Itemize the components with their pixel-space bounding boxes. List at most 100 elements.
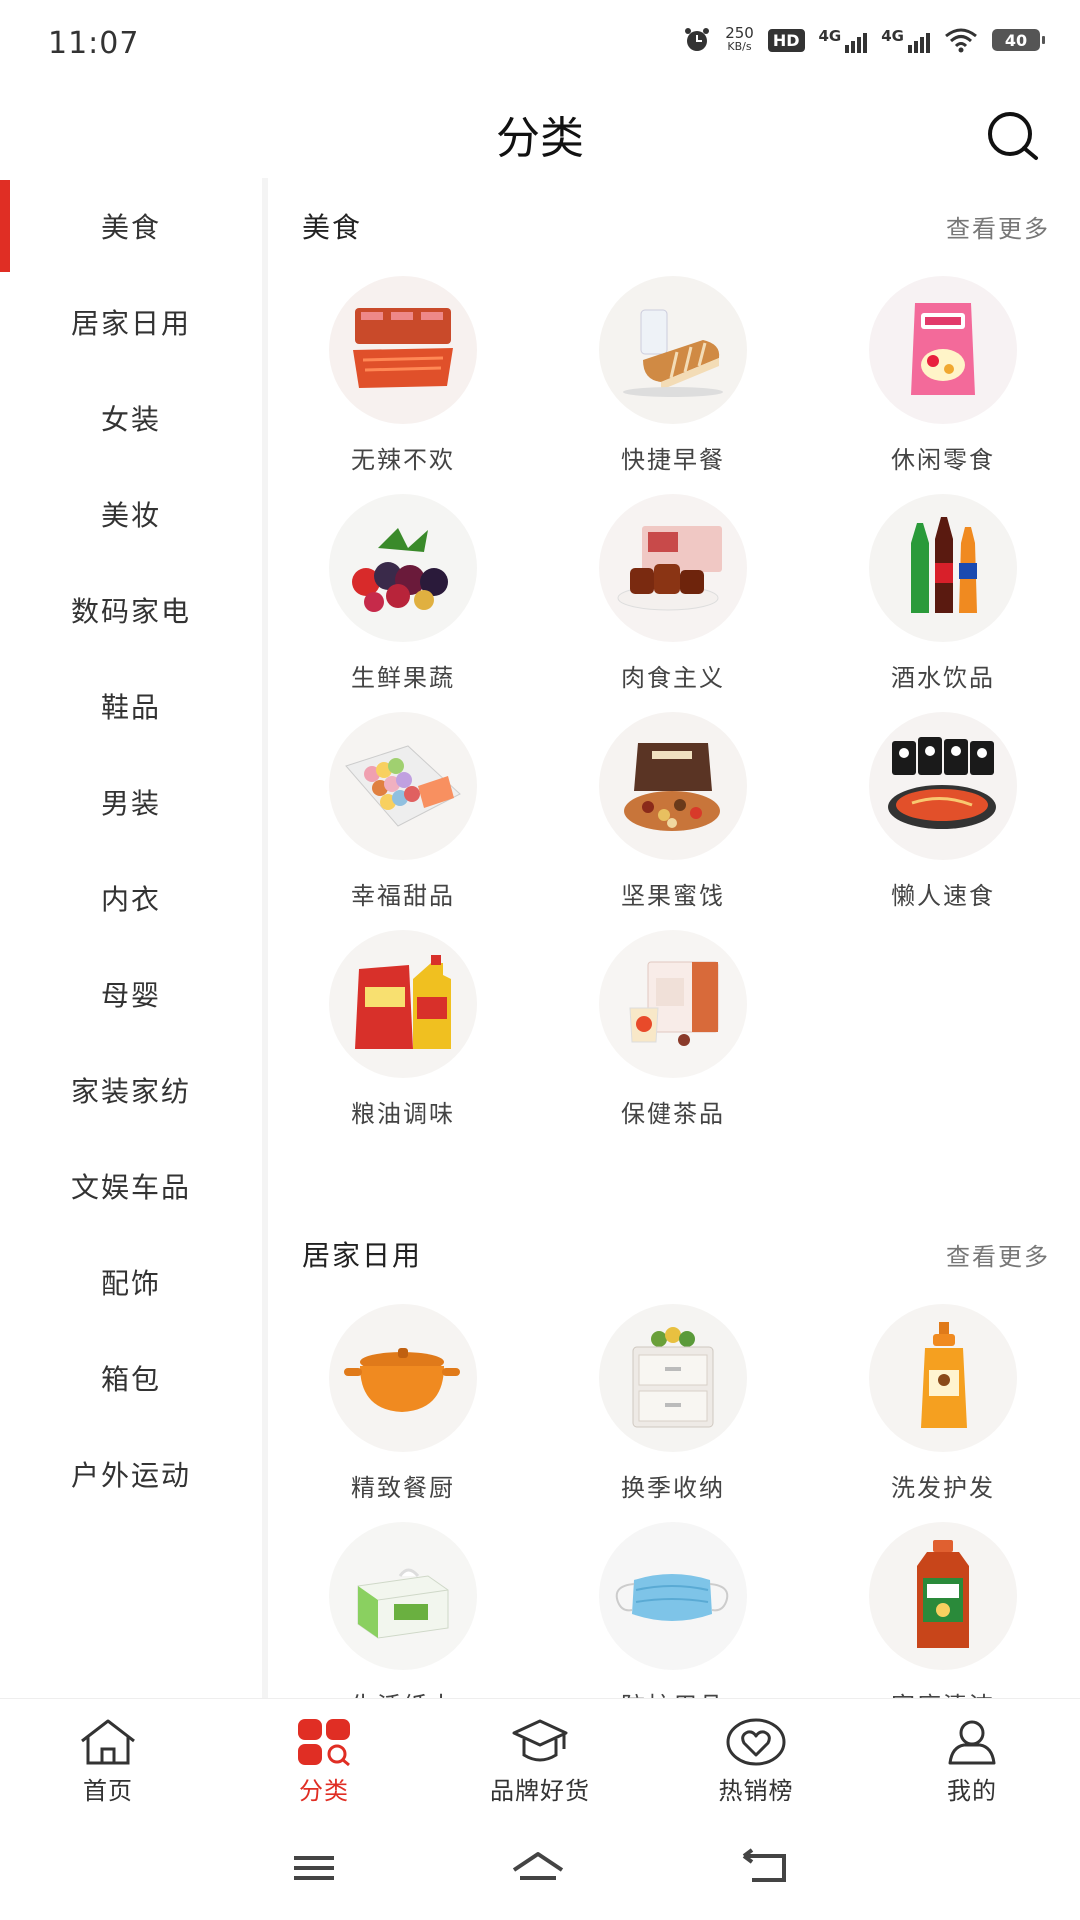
spicy-snack-icon	[329, 276, 477, 424]
sidebar-item-baby[interactable]: 母婴	[0, 946, 262, 1042]
tab-label: 首页	[83, 1777, 133, 1805]
subcategory-label: 家庭清洁	[891, 1686, 995, 1698]
sidebar-item-bags[interactable]: 箱包	[0, 1330, 262, 1426]
sidebar-item-womens[interactable]: 女装	[0, 370, 262, 466]
status-time: 11:07	[48, 26, 140, 61]
sidebar-item-label: 美食	[100, 211, 161, 244]
wifi-icon	[945, 28, 977, 53]
sidebar-item-outdoor[interactable]: 户外运动	[0, 1426, 262, 1522]
subcategory-label: 防护用品	[621, 1686, 725, 1698]
bread-icon	[599, 276, 747, 424]
tab-brand-goods[interactable]: 品牌好货	[432, 1699, 648, 1817]
net-speed: 250 KB/s	[725, 26, 754, 54]
user-icon	[948, 1720, 996, 1765]
subcategory-item[interactable]: 换季收纳	[538, 1302, 808, 1520]
back-icon[interactable]	[738, 1848, 790, 1888]
sidebar-item-entertainment[interactable]: 文娱车品	[0, 1138, 262, 1234]
tea-box-icon	[599, 930, 747, 1078]
sidebar-item-accessories[interactable]: 配饰	[0, 1234, 262, 1330]
subcategory-label: 生鲜果蔬	[351, 664, 455, 692]
subcategory-grid: 无辣不欢 快捷早餐 休闲零食 生鲜果蔬 肉食主义 酒水饮品 幸福甜品 坚果蜜饯 …	[268, 274, 1080, 1146]
subcategory-label: 精致餐厨	[351, 1474, 455, 1502]
tab-mine[interactable]: 我的	[864, 1699, 1080, 1817]
subcategory-item[interactable]: 洗发护发	[808, 1302, 1078, 1520]
sidebar-item-label: 内衣	[100, 883, 161, 916]
subcategory-item[interactable]: 生鲜果蔬	[268, 492, 538, 710]
subcategory-label: 坚果蜜饯	[621, 882, 725, 910]
sidebar-item-home[interactable]: 居家日用	[0, 274, 262, 370]
tab-category[interactable]: 分类	[216, 1699, 432, 1817]
search-icon[interactable]	[984, 108, 1042, 166]
subcategory-label: 粮油调味	[351, 1100, 455, 1128]
subcategory-item[interactable]: 家庭清洁	[808, 1520, 1078, 1698]
sidebar-item-underwear[interactable]: 内衣	[0, 850, 262, 946]
subcategory-item[interactable]: 生活纸巾	[268, 1520, 538, 1698]
sidebar-item-label: 户外运动	[70, 1459, 191, 1492]
section-title: 美食	[302, 211, 363, 244]
sim1-label: 4G	[818, 27, 842, 45]
net-speed-unit: KB/s	[727, 40, 752, 53]
page-header: 分类	[0, 92, 1080, 178]
sidebar-item-shoes[interactable]: 鞋品	[0, 658, 262, 754]
subcategory-item[interactable]: 保健茶品	[538, 928, 808, 1146]
subcategory-label: 洗发护发	[891, 1474, 995, 1502]
sidebar-item-beauty[interactable]: 美妆	[0, 466, 262, 562]
status-bar: 11:07 250 KB/s HD 4G 4G 40	[0, 0, 1080, 92]
sidebar-item-label: 箱包	[100, 1363, 161, 1396]
section-title: 居家日用	[302, 1239, 423, 1272]
nut-gift-box-icon	[599, 712, 747, 860]
net-speed-value: 250	[725, 24, 754, 42]
sidebar-item-label: 家装家纺	[70, 1075, 191, 1108]
subcategory-label: 休闲零食	[891, 446, 995, 474]
sidebar-item-furnishing[interactable]: 家装家纺	[0, 1042, 262, 1138]
section-header-food: 美食 查看更多	[268, 178, 1080, 274]
sidebar-item-label: 鞋品	[100, 691, 161, 724]
signal-icon-2: 4G	[881, 27, 930, 53]
subcategory-label: 无辣不欢	[351, 446, 455, 474]
subcategory-item[interactable]: 肉食主义	[538, 492, 808, 710]
menu-icon[interactable]	[290, 1850, 338, 1886]
subcategory-item[interactable]: 精致餐厨	[268, 1302, 538, 1520]
tab-label: 热销榜	[718, 1777, 794, 1805]
storage-drawer-icon	[599, 1304, 747, 1452]
home-nav-icon[interactable]	[508, 1848, 568, 1888]
subcategory-label: 生活纸巾	[351, 1686, 455, 1698]
tab-label: 分类	[299, 1777, 349, 1805]
face-mask-icon	[599, 1522, 747, 1670]
macaron-box-icon	[329, 712, 477, 860]
subcategory-grid: 精致餐厨 换季收纳 洗发护发 生活纸巾 防护用品	[268, 1302, 1080, 1698]
subcategory-item[interactable]: 幸福甜品	[268, 710, 538, 928]
view-more-link[interactable]: 查看更多	[946, 209, 1050, 244]
sidebar-item-food[interactable]: 美食	[0, 178, 262, 274]
subcategory-item[interactable]: 防护用品	[538, 1520, 808, 1698]
sidebar-item-digital[interactable]: 数码家电	[0, 562, 262, 658]
sidebar-item-label: 母婴	[100, 979, 161, 1012]
tab-hot-list[interactable]: 热销榜	[648, 1699, 864, 1817]
home-icon	[81, 1719, 135, 1765]
battery-icon: 40	[992, 29, 1045, 51]
shampoo-bottle-icon	[869, 1304, 1017, 1452]
subcategory-item[interactable]: 粮油调味	[268, 928, 538, 1146]
sidebar-item-label: 女装	[100, 403, 161, 436]
subcategory-item[interactable]: 快捷早餐	[538, 274, 808, 492]
sidebar-item-label: 配饰	[100, 1267, 161, 1300]
subcategory-item[interactable]: 无辣不欢	[268, 274, 538, 492]
subcategory-item[interactable]: 懒人速食	[808, 710, 1078, 928]
berries-icon	[329, 494, 477, 642]
sidebar-item-label: 文娱车品	[70, 1171, 191, 1204]
view-more-link[interactable]: 查看更多	[946, 1237, 1050, 1272]
sidebar-item-label: 数码家电	[70, 595, 191, 628]
status-icons: 250 KB/s HD 4G 4G 40	[683, 26, 1045, 54]
category-sidebar: 美食 居家日用 女装 美妆 数码家电 鞋品 男装 内衣 母婴 家装家纺 文娱车品…	[0, 178, 268, 1698]
subcategory-item[interactable]: 酒水饮品	[808, 492, 1078, 710]
sim2-label: 4G	[881, 27, 904, 45]
pot-icon	[329, 1304, 477, 1452]
subcategory-item[interactable]: 坚果蜜饯	[538, 710, 808, 928]
subcategory-item[interactable]: 休闲零食	[808, 274, 1078, 492]
sidebar-item-mens[interactable]: 男装	[0, 754, 262, 850]
subcategory-label: 酒水饮品	[891, 664, 995, 692]
tissue-pack-icon	[329, 1522, 477, 1670]
subcategory-label: 快捷早餐	[621, 446, 725, 474]
sidebar-item-label: 男装	[100, 787, 161, 820]
tab-home[interactable]: 首页	[0, 1699, 216, 1817]
